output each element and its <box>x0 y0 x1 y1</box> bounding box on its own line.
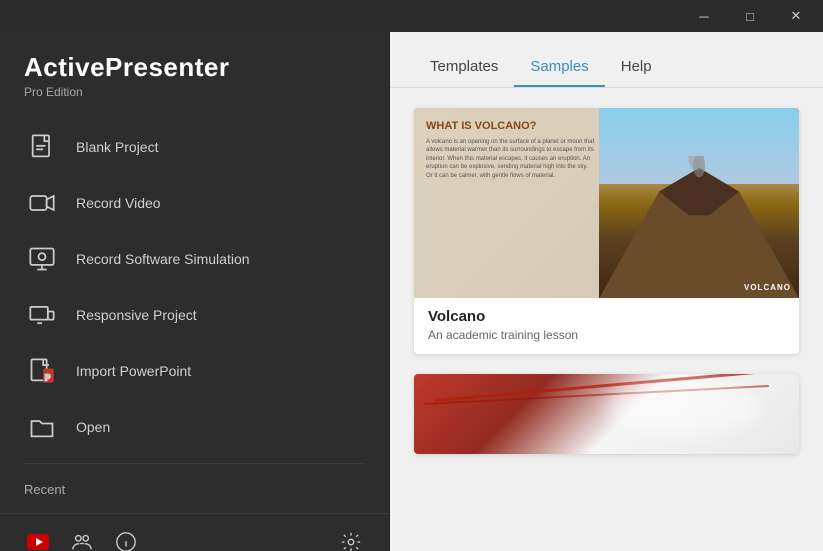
content-area: Templates Samples Help WHAT IS VOLCANO? … <box>390 32 823 551</box>
sidebar-divider <box>24 463 365 464</box>
sample-card-second[interactable] <box>414 374 799 454</box>
powerpoint-icon: P <box>24 353 60 389</box>
document-icon <box>24 129 60 165</box>
sample-info-volcano: Volcano An academic training lesson <box>414 298 799 354</box>
close-button[interactable]: ✕ <box>773 0 819 32</box>
youtube-icon[interactable] <box>20 524 56 551</box>
sample-thumbnail-second <box>414 374 799 454</box>
sample-name-volcano: Volcano <box>428 308 785 325</box>
tab-help[interactable]: Help <box>605 58 668 87</box>
sidebar-item-import-powerpoint[interactable]: P Import PowerPoint <box>0 343 389 399</box>
volcano-image-area <box>599 108 799 298</box>
sidebar-item-record-video[interactable]: Record Video <box>0 175 389 231</box>
volcano-thumb-body: A volcano is an opening on the surface o… <box>426 138 595 180</box>
volcano-thumb: WHAT IS VOLCANO? A volcano is an opening… <box>414 108 799 298</box>
tabs-bar: Templates Samples Help <box>390 32 823 88</box>
sidebar-item-label: Open <box>76 419 110 435</box>
app-header: ActivePresenter Pro Edition <box>0 32 389 109</box>
sidebar-item-open[interactable]: Open <box>0 399 389 455</box>
svg-text:P: P <box>45 373 51 382</box>
tab-samples[interactable]: Samples <box>514 58 604 87</box>
volcano-label: VOLCANO <box>744 283 791 292</box>
video-icon <box>24 185 60 221</box>
sidebar-item-record-simulation[interactable]: Record Software Simulation <box>0 231 389 287</box>
responsive-icon <box>24 297 60 333</box>
app-edition: Pro Edition <box>24 85 365 99</box>
title-bar: ─ □ ✕ <box>0 0 823 32</box>
sidebar-item-responsive-project[interactable]: Responsive Project <box>0 287 389 343</box>
sidebar-item-blank-project[interactable]: Blank Project <box>0 119 389 175</box>
recent-label: Recent <box>0 472 389 503</box>
volcano-overlay: WHAT IS VOLCANO? A volcano is an opening… <box>414 108 607 298</box>
community-icon[interactable] <box>64 524 100 551</box>
maximize-button[interactable]: □ <box>727 0 773 32</box>
sidebar-item-label: Record Video <box>76 195 161 211</box>
sidebar-item-label: Import PowerPoint <box>76 363 191 379</box>
tab-templates[interactable]: Templates <box>414 58 514 87</box>
sidebar-footer <box>0 513 389 551</box>
sidebar-menu: Blank Project Record Video <box>0 109 389 513</box>
sidebar-item-label: Responsive Project <box>76 307 197 323</box>
footer-icons <box>20 524 144 551</box>
sidebar: ActivePresenter Pro Edition Blank Projec… <box>0 32 390 551</box>
folder-icon <box>24 409 60 445</box>
minimize-button[interactable]: ─ <box>681 0 727 32</box>
info-icon[interactable] <box>108 524 144 551</box>
settings-icon[interactable] <box>333 524 369 551</box>
app-title: ActivePresenter <box>24 52 365 83</box>
sidebar-item-label: Blank Project <box>76 139 158 155</box>
sample-desc-volcano: An academic training lesson <box>428 328 785 342</box>
sample-card-volcano[interactable]: WHAT IS VOLCANO? A volcano is an opening… <box>414 108 799 354</box>
screen-record-icon <box>24 241 60 277</box>
main-layout: ActivePresenter Pro Edition Blank Projec… <box>0 32 823 551</box>
content-scroll[interactable]: WHAT IS VOLCANO? A volcano is an opening… <box>390 88 823 551</box>
sample-thumbnail-volcano: WHAT IS VOLCANO? A volcano is an opening… <box>414 108 799 298</box>
sidebar-item-label: Record Software Simulation <box>76 251 250 267</box>
volcano-thumb-title: WHAT IS VOLCANO? <box>426 120 595 132</box>
